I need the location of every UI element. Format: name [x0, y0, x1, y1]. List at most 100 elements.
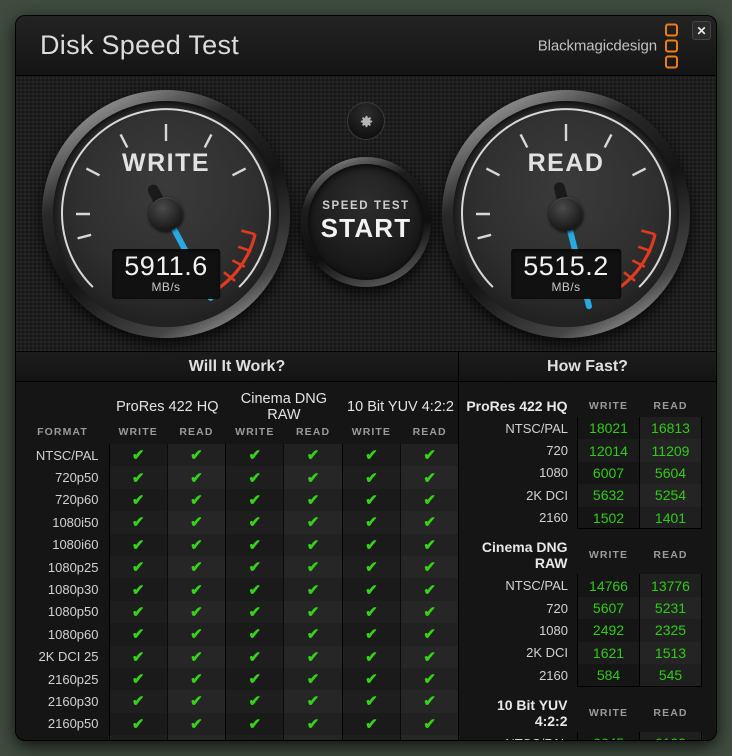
- compatibility-cell: ✔: [342, 667, 402, 691]
- resolution-label: 720: [546, 443, 568, 459]
- read-speed-cell: 5604: [639, 461, 702, 485]
- compatibility-cell: ✔: [283, 511, 343, 534]
- how-fast-panel: How Fast? ProRes 422 HQ WRITE READ NTSC/PAL…: [459, 352, 716, 740]
- will-it-work-title: Will It Work?: [16, 352, 458, 382]
- write-speed-cell: 12014: [577, 439, 640, 462]
- compatibility-cell: ✔: [109, 600, 168, 624]
- read-speed-cell: 1513: [639, 641, 702, 665]
- compatibility-cell: ✔: [167, 735, 227, 740]
- read-gauge-hub: [549, 197, 583, 231]
- compatibility-cell: ✔: [400, 623, 460, 646]
- compatibility-cell: ✔: [225, 488, 285, 512]
- read-speed-cell: 2325: [639, 619, 702, 642]
- compatibility-cell: ✔: [167, 645, 227, 668]
- write-speed-cell: 6645: [577, 731, 640, 740]
- compatibility-cell: ✔: [342, 600, 402, 624]
- title-bar: Disk Speed Test Blackmagicdesign ✕: [16, 16, 716, 76]
- compatibility-cell: ✔: [283, 645, 343, 668]
- compatibility-cell: ✔: [225, 623, 285, 646]
- compatibility-cell: ✔: [109, 533, 168, 556]
- write-gauge-label: WRITE: [121, 149, 211, 177]
- resolution-label: 1080: [539, 465, 568, 481]
- table-row: 1080p50 ✔ ✔ ✔ ✔ ✔ ✔: [16, 600, 460, 624]
- read-gauge-readout: 5515.2 MB/s: [511, 248, 621, 299]
- format-label: NTSC/PAL: [16, 444, 110, 467]
- compatibility-cell: ✔: [167, 712, 227, 736]
- compatibility-cell: ✔: [109, 667, 168, 691]
- format-label: 2160p30: [16, 690, 110, 713]
- table-row: 720p50 ✔ ✔ ✔ ✔ ✔ ✔: [16, 466, 460, 489]
- write-speed-cell: 5632: [577, 484, 640, 507]
- brand-name: Blackmagicdesign: [537, 37, 657, 54]
- format-label: 1080p60: [16, 623, 110, 646]
- start-button-inner: SPEED TEST START: [308, 164, 424, 280]
- subhead-write-0: WRITE: [118, 426, 158, 438]
- read-speed-cell: 13776: [639, 574, 702, 597]
- how-fast-title: How Fast?: [459, 352, 716, 382]
- compatibility-cell: ✔: [400, 600, 460, 624]
- compatibility-cell: ✔: [167, 667, 227, 691]
- close-icon[interactable]: ✕: [692, 21, 711, 40]
- write-gauge-face: WRITE 5911.6 MB/s: [53, 101, 279, 327]
- resolution-label: 2160: [539, 510, 568, 526]
- speed-test-start-button[interactable]: SPEED TEST START: [301, 157, 431, 287]
- table-row: 720 5607 5231: [463, 596, 702, 620]
- compatibility-cell: ✔: [342, 645, 402, 668]
- compatibility-cell: ✔: [342, 466, 402, 489]
- gear-icon[interactable]: [347, 102, 385, 140]
- resolution-label: NTSC/PAL: [505, 578, 568, 594]
- compatibility-cell: ✔: [283, 466, 343, 489]
- table-row: 1080 6007 5604: [463, 461, 702, 485]
- compatibility-cell: ✔: [283, 555, 343, 579]
- format-label: 2160p50: [16, 712, 110, 736]
- will-it-work-header: ProRes 422 HQ Cinema DNG RAW 10 Bit YUV …: [16, 382, 459, 444]
- table-row: 720p60 ✔ ✔ ✔ ✔ ✔ ✔: [16, 488, 460, 512]
- read-speed-value: 5515.2: [523, 250, 609, 281]
- compatibility-cell: ✔: [109, 488, 168, 512]
- compatibility-cell: ✔: [342, 533, 402, 556]
- compatibility-cell: ✔: [283, 444, 343, 467]
- read-speed-cell: 16813: [639, 417, 702, 440]
- table-row: NTSC/PAL 14766 13776: [463, 574, 702, 597]
- compatibility-cell: ✔: [400, 466, 460, 489]
- table-row: 1080i60 ✔ ✔ ✔ ✔ ✔ ✔: [16, 533, 460, 556]
- write-speed-cell: 2492: [577, 619, 640, 642]
- table-row: 1080p30 ✔ ✔ ✔ ✔ ✔ ✔: [16, 578, 460, 601]
- compatibility-cell: ✔: [109, 511, 168, 534]
- how-fast-codec-name: 10 Bit YUV 4:2:2: [496, 696, 568, 729]
- table-row: 2K DCI 1621 1513: [463, 641, 702, 665]
- compatibility-cell: ✔: [225, 466, 285, 489]
- subhead-write-1: WRITE: [235, 426, 275, 438]
- compatibility-cell: ✔: [167, 690, 227, 713]
- will-it-work-panel: Will It Work? ProRes 422 HQ Cinema DNG R…: [16, 352, 460, 740]
- codec-header-1: Cinema DNG RAW: [240, 391, 328, 423]
- subhead-read-1: READ: [295, 426, 331, 438]
- how-fast-table: 10 Bit YUV 4:2:2 WRITE READ NTSC/PAL6645619…: [463, 687, 702, 740]
- read-speed-cell: 1401: [639, 506, 702, 530]
- compatibility-cell: ✔: [400, 712, 460, 736]
- compatibility-cell: ✔: [225, 555, 285, 579]
- read-speed-cell: 5231: [639, 596, 702, 620]
- how-fast-groups: ProRes 422 HQ WRITE READ NTSC/PAL 18021 16813…: [459, 382, 716, 740]
- write-speed-cell: 18021: [577, 417, 640, 440]
- write-speed-cell: 584: [577, 664, 640, 687]
- compatibility-cell: ✔: [109, 735, 168, 740]
- compatibility-cell: ✔: [225, 667, 285, 691]
- page-title: Disk Speed Test: [40, 30, 240, 60]
- format-label: 2K DCI 25: [16, 645, 110, 668]
- how-fast-read-header: READ: [653, 706, 688, 719]
- how-fast-write-header: WRITE: [588, 400, 629, 412]
- compatibility-cell: ✔: [225, 690, 285, 713]
- compatibility-cell: ✔: [342, 511, 402, 534]
- compatibility-cell: ✔: [283, 578, 343, 601]
- resolution-label: 2K DCI: [526, 645, 568, 661]
- resolution-label: NTSC/PAL: [463, 732, 578, 740]
- write-speed-cell: 14766: [577, 574, 640, 597]
- results-panels: Will It Work? ProRes 422 HQ Cinema DNG R…: [16, 352, 716, 740]
- compatibility-cell: ✔: [342, 623, 402, 646]
- start-button-label: START: [320, 213, 412, 243]
- compatibility-cell: ✔: [400, 488, 460, 512]
- read-gauge: READ 5515.2 MB/s: [442, 90, 690, 338]
- table-row: 1080p25 ✔ ✔ ✔ ✔ ✔ ✔: [16, 555, 460, 579]
- read-gauge-label: READ: [527, 149, 605, 177]
